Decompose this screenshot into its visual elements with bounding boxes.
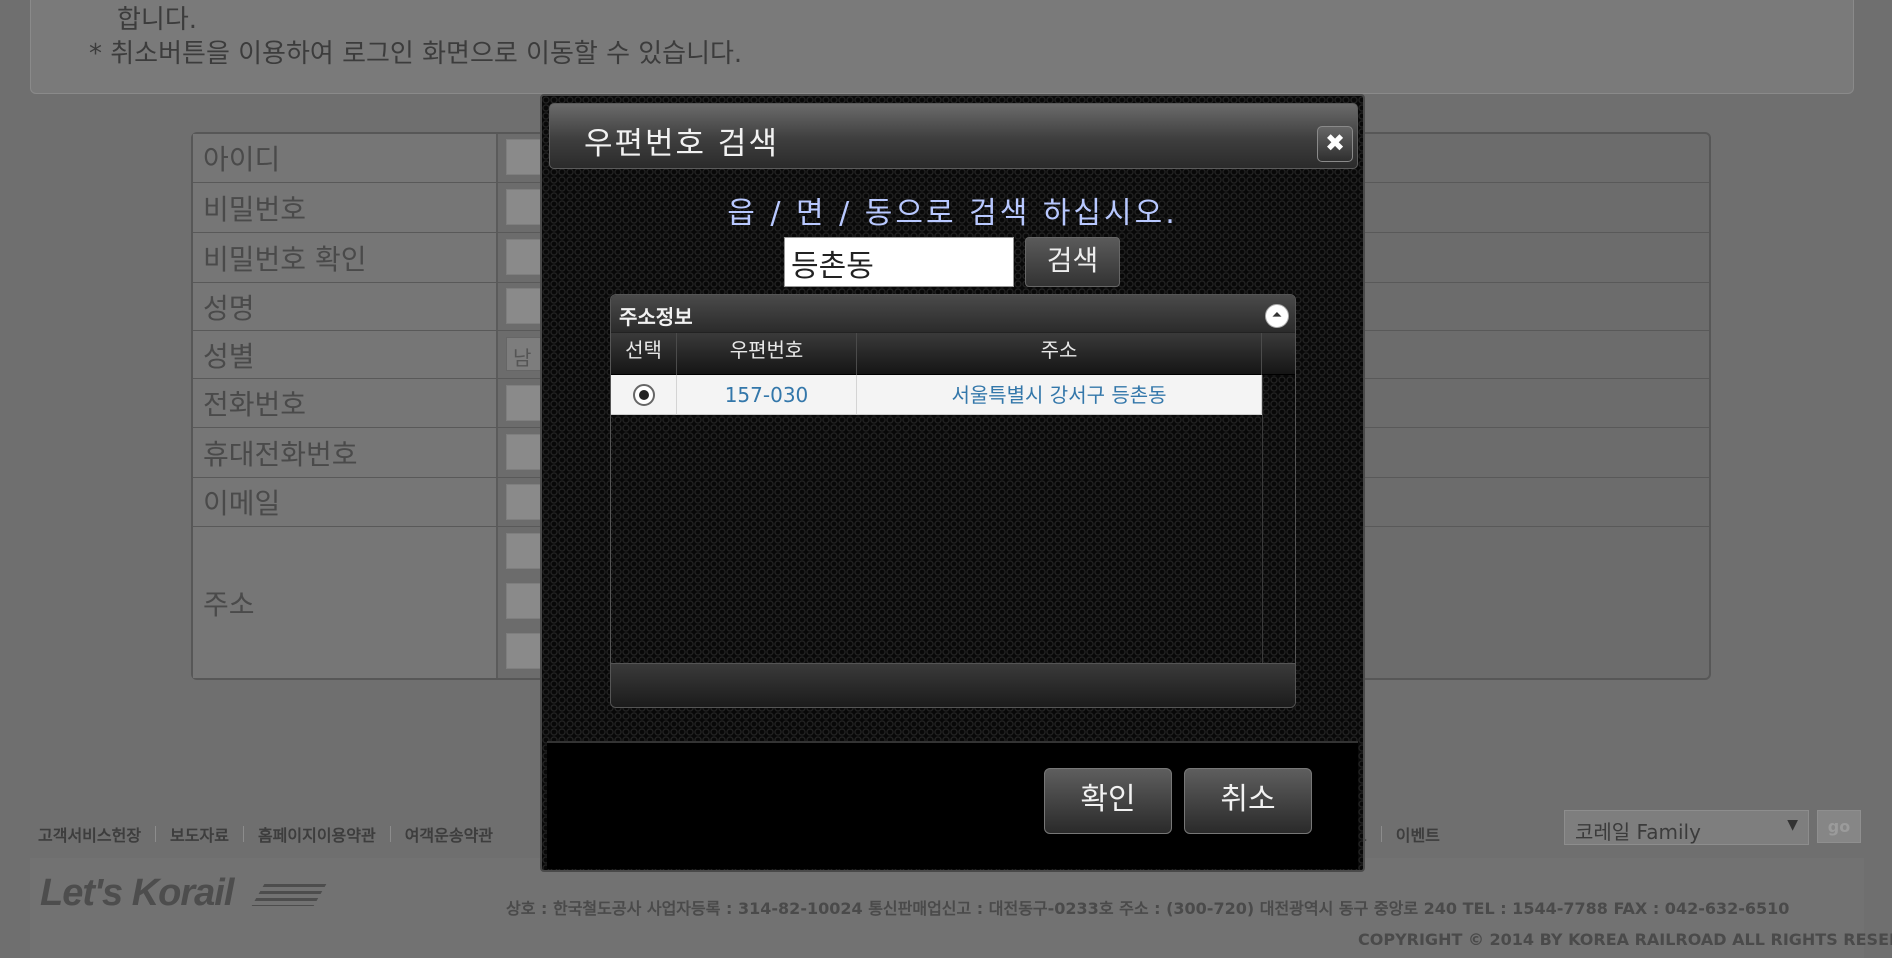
divider bbox=[242, 826, 244, 842]
search-instruction: 읍 / 면 / 동으로 검색 하십시오. bbox=[727, 196, 1178, 231]
footer-link-customer-charter[interactable]: 고객서비스헌장 bbox=[38, 822, 141, 846]
form-label-id: 아이디 bbox=[193, 134, 498, 182]
form-label-name: 성명 bbox=[193, 283, 498, 330]
notice-line-1: 합니다. bbox=[117, 5, 198, 35]
confirm-button[interactable]: 확인 bbox=[1044, 768, 1172, 834]
family-site-select-value: 코레일 Family bbox=[1575, 820, 1701, 844]
footer-links-right: 트 이벤트 bbox=[1352, 820, 1440, 848]
zipcode-input[interactable] bbox=[506, 533, 544, 569]
footer-links-left: 고객서비스헌장 보도자료 홈페이지이용약관 여객운송약관 bbox=[38, 820, 493, 848]
company-info: 상호 : 한국철도공사 사업자등록 : 314-82-10024 통신판매업신고… bbox=[506, 899, 1790, 918]
korail-logo-stripes bbox=[251, 884, 327, 906]
form-label-phone: 전화번호 bbox=[193, 379, 498, 427]
divider bbox=[155, 826, 157, 842]
modal-header: 우편번호 검색 ✖ bbox=[549, 103, 1358, 169]
form-label-mobile: 휴대전화번호 bbox=[193, 428, 498, 477]
password-confirm-input[interactable] bbox=[506, 239, 544, 275]
form-label-email: 이메일 bbox=[193, 478, 498, 526]
dropdown-arrow-icon: ▼ bbox=[1787, 817, 1798, 833]
id-input[interactable] bbox=[506, 139, 544, 175]
copyright: COPYRIGHT © 2014 BY KOREA RAILROAD ALL R… bbox=[1358, 930, 1892, 949]
footer-link-press[interactable]: 보도자료 bbox=[170, 822, 229, 846]
form-label-gender: 성별 bbox=[193, 331, 498, 378]
family-site-select[interactable]: 코레일 Family ▼ bbox=[1564, 810, 1809, 845]
grid-footer bbox=[611, 663, 1295, 707]
modal-title: 우편번호 검색 bbox=[584, 126, 779, 162]
row-select-cell[interactable] bbox=[611, 375, 677, 415]
zipcode-search-modal: 우편번호 검색 ✖ 읍 / 면 / 동으로 검색 하십시오. 검색 주소정보 ⏶… bbox=[540, 94, 1365, 872]
footer-link-event[interactable]: 이벤트 bbox=[1396, 822, 1440, 846]
korail-logo: Let's Korail bbox=[40, 872, 234, 914]
cancel-button[interactable]: 취소 bbox=[1184, 768, 1312, 834]
collapse-icon[interactable]: ⏶ bbox=[1265, 304, 1289, 328]
address-input[interactable] bbox=[506, 583, 544, 619]
address-grid: 주소정보 ⏶ 선택 우편번호 주소 157-030 서울특별시 강서구 등촌동 bbox=[610, 294, 1296, 708]
grid-scroll-divider bbox=[1262, 375, 1263, 663]
footer-link-transport-terms[interactable]: 여객운송약관 bbox=[405, 822, 493, 846]
search-input[interactable] bbox=[784, 237, 1014, 287]
row-address: 서울특별시 강서구 등촌동 bbox=[857, 375, 1262, 415]
divider bbox=[389, 826, 391, 842]
form-label-password: 비밀번호 bbox=[193, 183, 498, 232]
column-header-address[interactable]: 주소 bbox=[857, 333, 1262, 375]
gender-select[interactable]: 남 bbox=[506, 337, 544, 371]
column-header-zipcode[interactable]: 우편번호 bbox=[677, 333, 857, 375]
grid-caption: 주소정보 bbox=[611, 295, 1295, 333]
column-header-select[interactable]: 선택 bbox=[611, 333, 677, 375]
address-detail-input[interactable] bbox=[506, 633, 544, 669]
form-label-address: 주소 bbox=[193, 527, 498, 678]
close-icon[interactable]: ✖ bbox=[1317, 126, 1353, 162]
mobile-input[interactable] bbox=[506, 434, 544, 470]
go-button[interactable]: go bbox=[1817, 810, 1861, 843]
password-input[interactable] bbox=[506, 189, 544, 225]
notice-line-2: * 취소버튼을 이용하여 로그인 화면으로 이동할 수 있습니다. bbox=[89, 39, 743, 69]
phone-input[interactable] bbox=[506, 385, 544, 421]
search-button[interactable]: 검색 bbox=[1025, 237, 1120, 287]
name-input[interactable] bbox=[506, 288, 544, 324]
form-label-password-confirm: 비밀번호 확인 bbox=[193, 233, 498, 282]
notice-box: 합니다. * 취소버튼을 이용하여 로그인 화면으로 이동할 수 있습니다. bbox=[30, 0, 1854, 94]
table-row[interactable]: 157-030 서울특별시 강서구 등촌동 bbox=[611, 375, 1262, 415]
divider bbox=[1380, 826, 1382, 842]
footer-link-terms[interactable]: 홈페이지이용약관 bbox=[258, 822, 376, 846]
row-radio[interactable] bbox=[633, 384, 655, 406]
row-zipcode: 157-030 bbox=[677, 375, 857, 415]
grid-header: 선택 우편번호 주소 bbox=[611, 333, 1295, 375]
email-input[interactable] bbox=[506, 484, 544, 520]
